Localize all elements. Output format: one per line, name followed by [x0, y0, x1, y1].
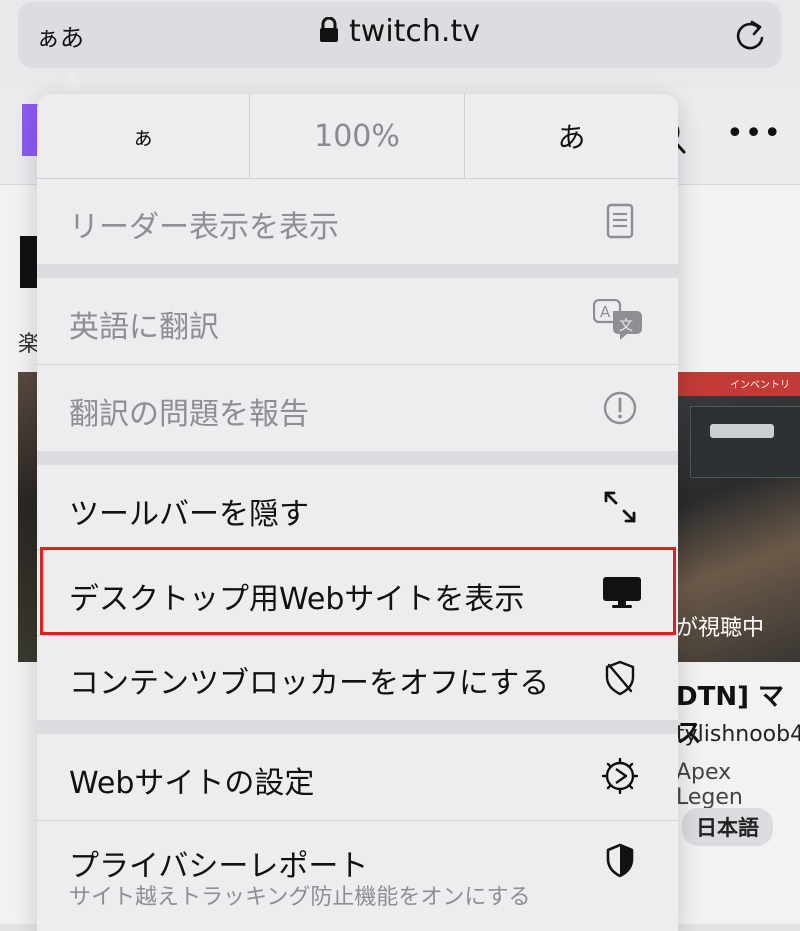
- svg-text:A: A: [600, 303, 611, 321]
- menu-item-translate[interactable]: 英語に翻訳 A 文: [37, 278, 678, 364]
- menu-item-label: 翻訳の問題を報告: [69, 397, 309, 432]
- decrease-text-size-button[interactable]: ぁ: [37, 94, 250, 178]
- zoom-level[interactable]: 100%: [250, 94, 465, 178]
- menu-item-sublabel: サイト越えトラッキング防止機能をオンにする: [69, 885, 531, 910]
- menu-item-label: Webサイトの設定: [69, 766, 315, 801]
- section-divider: [37, 264, 678, 278]
- menu-item-report-translation[interactable]: 翻訳の問題を報告: [37, 365, 678, 451]
- increase-text-size-button[interactable]: あ: [465, 94, 678, 178]
- weapon-image: [710, 424, 774, 438]
- menu-item-content-blockers[interactable]: コンテンツブロッカーをオフにする: [37, 636, 678, 720]
- url-text: twitch.tv: [349, 14, 480, 49]
- game-ui-panel: [690, 406, 800, 478]
- viewer-count: が視聴中: [676, 616, 765, 641]
- desktop-icon: [600, 572, 644, 612]
- menu-item-label: 英語に翻訳: [69, 310, 219, 345]
- language-tag[interactable]: 日本語: [682, 808, 773, 846]
- menu-item-label: リーダー表示を表示: [69, 210, 339, 245]
- menu-item-privacy-report[interactable]: プライバシーレポート サイト越えトラッキング防止機能をオンにする: [37, 821, 678, 931]
- url-display[interactable]: twitch.tv: [18, 14, 781, 51]
- streamer-name[interactable]: tylishnoob4: [676, 722, 800, 747]
- translate-icon: A 文: [592, 299, 646, 340]
- popover-arrow: [58, 70, 88, 96]
- shield-slash-icon: [600, 658, 640, 698]
- exclamation-circle-icon: [600, 388, 640, 428]
- svg-text:文: 文: [619, 318, 633, 334]
- arrows-expand-icon: [600, 487, 640, 527]
- section-divider: [37, 451, 678, 465]
- menu-item-label: デスクトップ用Webサイトを表示: [69, 582, 525, 617]
- half-shield-icon: [600, 841, 640, 881]
- thumbnail-banner: インベントリ: [676, 372, 800, 396]
- address-bar[interactable]: ぁあ twitch.tv: [18, 2, 781, 68]
- menu-item-reader-view[interactable]: リーダー表示を表示: [37, 178, 678, 264]
- browser-toolbar: ぁあ twitch.tv: [0, 0, 800, 88]
- reader-view-icon: [600, 201, 640, 241]
- game-name[interactable]: Apex Legen: [676, 760, 800, 810]
- menu-item-hide-toolbar[interactable]: ツールバーを隠す: [37, 465, 678, 549]
- reload-icon[interactable]: [733, 16, 767, 58]
- lock-icon: [319, 16, 339, 51]
- menu-item-label: コンテンツブロッカーをオフにする: [69, 666, 550, 701]
- menu-item-desktop-site[interactable]: デスクトップ用Webサイトを表示: [37, 550, 678, 635]
- menu-item-website-settings[interactable]: Webサイトの設定: [37, 734, 678, 820]
- font-size-controls: ぁ 100% あ: [37, 94, 678, 179]
- more-icon[interactable]: •••: [726, 116, 782, 151]
- section-divider: [37, 720, 678, 734]
- page-menu-popover: ぁ 100% あ リーダー表示を表示 英語に翻訳 A 文 翻訳の問題を報告 ツー…: [37, 94, 678, 931]
- menu-item-label: ツールバーを隠す: [69, 497, 309, 532]
- gear-icon: [600, 756, 640, 796]
